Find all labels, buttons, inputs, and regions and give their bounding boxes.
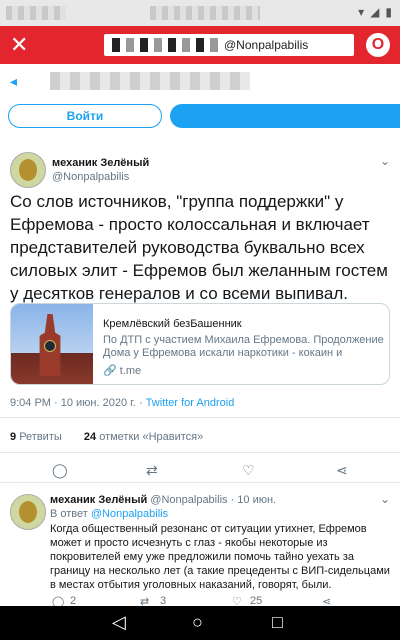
retweets-count[interactable]: 9 (10, 431, 16, 443)
address-bar[interactable]: @Nonpalpabilis (104, 34, 354, 56)
card-domain: 🔗 t.me (103, 364, 141, 377)
search-blur (50, 72, 250, 90)
meta-separator: · (138, 397, 146, 409)
reply-to-line: В ответ @Nonpalpabilis (50, 508, 168, 520)
reply-to-handle[interactable]: @Nonpalpabilis (91, 508, 168, 520)
reply-date[interactable]: · 10 июн. (231, 494, 277, 506)
chevron-down-icon[interactable]: ⌄ (380, 154, 390, 168)
browser-toolbar: ✕ @Nonpalpabilis O (0, 26, 400, 64)
status-bar: ▾ ◢ ▮ (0, 0, 400, 26)
address-text: @Nonpalpabilis (224, 38, 309, 52)
status-bar-blur (6, 6, 66, 20)
card-title: Кремлёвский безБашенник (103, 318, 242, 330)
retweets-label[interactable]: Ретвиты (19, 431, 62, 443)
status-icons: ▾ ◢ ▮ (358, 5, 392, 19)
reply-author-handle[interactable]: @Nonpalpabilis (150, 494, 227, 506)
signup-button[interactable] (170, 104, 400, 128)
avatar[interactable] (10, 494, 46, 530)
android-nav-bar: ◁ ○ □ (0, 606, 400, 640)
opera-icon[interactable]: O (366, 33, 390, 57)
share-icon[interactable]: ⋖ (336, 462, 348, 479)
author-name[interactable]: механик Зелёный (52, 157, 149, 169)
chevron-down-icon[interactable]: ⌄ (380, 492, 390, 506)
close-icon[interactable]: ✕ (10, 32, 28, 58)
divider (0, 482, 400, 483)
likes-label[interactable]: отметки «Нравится» (99, 431, 203, 443)
link-card[interactable]: Кремлёвский безБашенник По ДТП с участие… (10, 303, 390, 385)
login-button[interactable]: Войти (8, 104, 162, 128)
reply-icon[interactable]: ◯ (52, 462, 68, 479)
likes-count[interactable]: 24 (84, 431, 96, 443)
divider (0, 417, 400, 418)
reply-tweet[interactable]: механик Зелёный @Nonpalpabilis · 10 июн.… (0, 488, 400, 614)
tweet-meta: 9:04 PM · 10 июн. 2020 г. · Twitter for … (10, 397, 234, 409)
reply-author-name[interactable]: механик Зелёный (50, 494, 147, 506)
tweet-text: Со слов источников, "группа поддержки" у… (10, 192, 388, 303)
author-handle[interactable]: @Nonpalpabilis (52, 171, 129, 183)
twitter-header: ◂ (0, 64, 400, 100)
wifi-icon: ▾ (358, 5, 365, 19)
recents-icon[interactable]: □ (272, 612, 283, 633)
back-icon[interactable]: ◁ (112, 612, 126, 633)
reply-text: Когда общественный резонанс от ситуации … (50, 523, 390, 591)
kremlin-tower-image (11, 304, 93, 384)
signal-icon: ◢ (370, 5, 380, 19)
address-bar-blur (112, 38, 220, 52)
link-icon: 🔗 (103, 365, 120, 377)
clock-shape (44, 340, 56, 352)
tweet-stats: 9 Ретвиты 24 отметки «Нравится» (10, 431, 203, 443)
auth-buttons: Войти (0, 100, 400, 130)
tweet-source[interactable]: Twitter for Android (146, 397, 235, 409)
home-icon[interactable]: ○ (192, 612, 203, 633)
like-icon[interactable]: ♡ (242, 462, 255, 479)
status-bar-blur (150, 6, 260, 20)
card-domain-text: t.me (119, 365, 142, 377)
retweet-icon[interactable]: ⇄ (146, 462, 158, 479)
battery-icon: ▮ (385, 5, 392, 19)
tweet-time[interactable]: 9:04 PM · 10 июн. 2020 г. (10, 397, 136, 409)
card-description: По ДТП с участием Михаила Ефремова. Прод… (103, 334, 384, 359)
avatar[interactable] (10, 152, 46, 188)
divider (0, 452, 400, 453)
back-arrow-icon[interactable]: ◂ (10, 73, 17, 90)
reply-to-prefix: В ответ (50, 508, 88, 520)
reply-header: механик Зелёный @Nonpalpabilis · 10 июн. (50, 494, 276, 506)
